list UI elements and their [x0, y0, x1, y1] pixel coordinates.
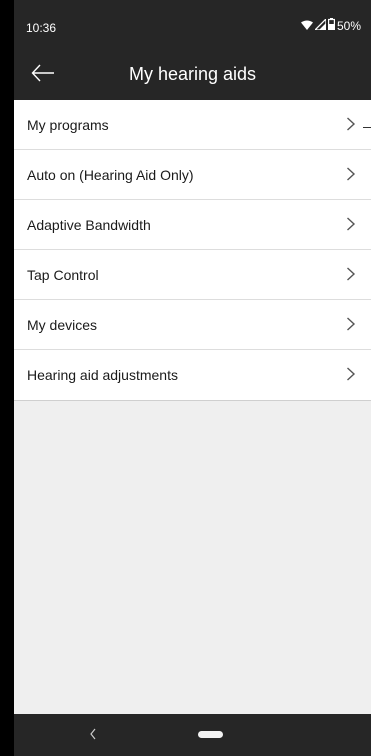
status-time: 10:36: [26, 21, 57, 35]
nav-back-icon[interactable]: [88, 727, 98, 741]
menu-item-hearing-aid-adjustments[interactable]: Hearing aid adjustments: [14, 350, 371, 401]
settings-menu: My programs Auto on (Hearing Aid Only) A…: [14, 100, 371, 401]
status-bar: 10:36 50%: [14, 0, 371, 50]
menu-item-label: Tap Control: [27, 267, 99, 283]
battery-percent: 50%: [336, 18, 361, 33]
menu-item-my-programs[interactable]: My programs: [14, 100, 371, 150]
menu-item-tap-control[interactable]: Tap Control: [14, 250, 371, 300]
menu-item-label: Auto on (Hearing Aid Only): [27, 167, 194, 183]
menu-item-label: My programs: [27, 117, 109, 133]
menu-item-auto-on[interactable]: Auto on (Hearing Aid Only): [14, 150, 371, 200]
app-bar: My hearing aids: [14, 50, 371, 100]
chevron-right-icon: [347, 267, 356, 281]
menu-item-adaptive-bandwidth[interactable]: Adaptive Bandwidth: [14, 200, 371, 250]
app-screen: 10:36 50% My hearing aids My programs Au…: [14, 0, 371, 756]
menu-item-label: Adaptive Bandwidth: [27, 217, 151, 233]
chevron-right-icon: [347, 217, 356, 231]
chevron-right-icon: [347, 367, 356, 381]
menu-item-my-devices[interactable]: My devices: [14, 300, 371, 350]
chevron-right-icon: [347, 167, 356, 181]
chevron-right-icon: [347, 117, 356, 131]
battery-icon: [327, 18, 335, 33]
menu-item-label: Hearing aid adjustments: [27, 367, 178, 383]
wifi-icon: [300, 19, 313, 33]
status-icons: 50%: [300, 16, 361, 33]
system-nav-bar: [14, 714, 371, 756]
home-pill-icon[interactable]: [198, 731, 223, 738]
signal-icon: [313, 16, 327, 33]
chevron-right-icon: [347, 317, 356, 331]
menu-item-label: My devices: [27, 317, 98, 333]
page-title: My hearing aids: [128, 64, 257, 84]
scroll-indicator: [363, 127, 371, 128]
